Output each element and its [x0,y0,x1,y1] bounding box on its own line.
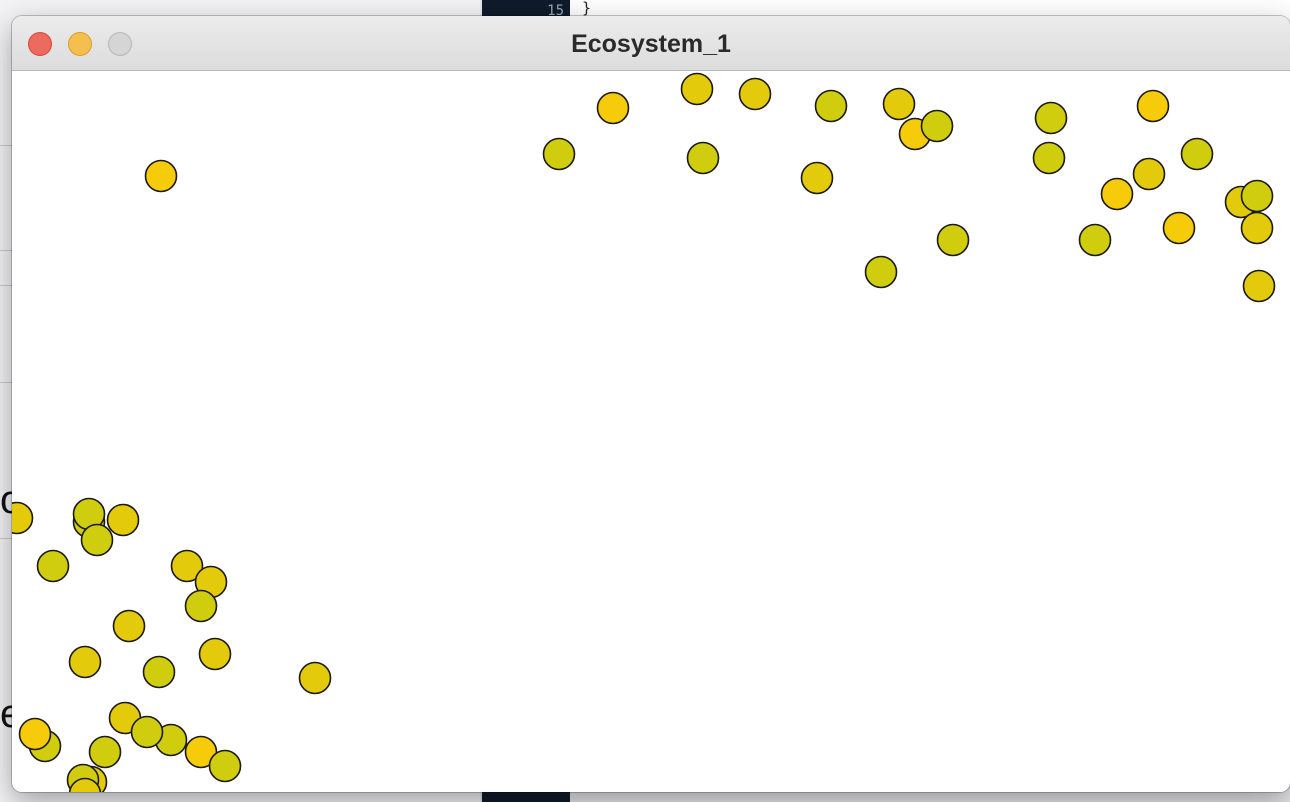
creature-circle [920,109,954,143]
creature-circle [814,89,848,123]
creature-circle [106,503,140,537]
window-title: Ecosystem_1 [571,30,731,58]
background-divider [0,285,12,286]
creature-circle [542,137,576,171]
window-titlebar[interactable]: Ecosystem_1 [12,16,1290,71]
creature-circle [936,223,970,257]
creature-circle [130,715,164,749]
creature-circle [68,645,102,679]
creature-circle [686,141,720,175]
creature-circle [1240,211,1274,245]
creature-circle [1032,141,1066,175]
creature-circle [142,655,176,689]
creature-canvas-svg [12,72,1276,792]
sketch-canvas[interactable] [12,71,1290,792]
creature-circle [1162,211,1196,245]
sketch-window: Ecosystem_1 [12,16,1290,792]
creature-circle [1180,137,1214,171]
creature-circle [198,637,232,671]
creature-circle [1034,101,1068,135]
creature-circle [144,159,178,193]
creature-circle [36,549,70,583]
creature-circle [12,501,34,535]
creature-circle [298,661,332,695]
background-divider [0,538,12,539]
creature-circle [208,749,242,783]
creature-circle [800,161,834,195]
creature-circle [1136,89,1170,123]
creature-circle [1242,269,1276,303]
creature-circle [1078,223,1112,257]
background-divider [0,382,12,383]
creature-circle [88,735,122,769]
creature-circle [1240,179,1274,213]
creature-circle [1132,157,1166,191]
background-divider [0,145,12,146]
creature-circle [80,523,114,557]
background-divider [0,250,12,251]
creature-circle [596,91,630,125]
creature-circle [882,87,916,121]
creature-circle [184,589,218,623]
creature-circle [1100,177,1134,211]
creature-circle [738,77,772,111]
creature-circle [680,72,714,106]
creature-circle [864,255,898,289]
creature-circle [18,717,52,751]
creature-circle [112,609,146,643]
